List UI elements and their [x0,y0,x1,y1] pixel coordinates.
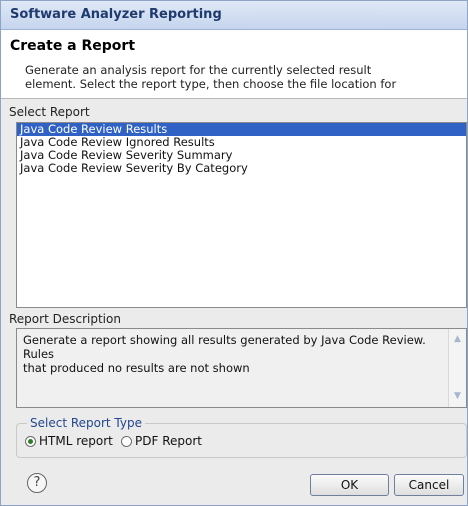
ok-button[interactable]: OK [310,474,389,496]
description-scrollbar[interactable]: ▲ ▼ [448,329,466,407]
scroll-up-icon[interactable]: ▲ [449,331,466,348]
pdf-report-radio[interactable]: PDF Report [121,434,202,448]
question-mark-icon[interactable]: ? [27,473,47,493]
select-report-label: Select Report [9,105,90,119]
report-type-label: Select Report Type [27,416,145,430]
report-description-box: Generate a report showing all results ge… [16,328,467,408]
pdf-report-label: PDF Report [135,434,202,448]
report-description-line-1: Generate a report showing all results ge… [23,333,426,361]
report-type-group: Select Report Type HTML report PDF Repor… [16,416,467,458]
title-bar[interactable]: Software Analyzer Reporting [1,1,467,30]
report-description-label: Report Description [9,312,121,326]
page-title: Create a Report [10,38,136,54]
window-title: Software Analyzer Reporting [10,7,222,22]
page-description-line-2: element. Select the report type, then ch… [25,77,397,91]
radio-selected-icon[interactable] [25,435,36,447]
report-list[interactable]: Java Code Review Results Java Code Revie… [16,122,467,308]
dialog-window: Software Analyzer Reporting Create a Rep… [0,0,468,506]
wizard-header: Create a Report Generate an analysis rep… [1,30,467,99]
report-list-item[interactable]: Java Code Review Severity By Category [17,162,466,175]
page-description-line-1: Generate an analysis report for the curr… [25,63,372,77]
html-report-radio[interactable]: HTML report [25,434,113,448]
html-report-label: HTML report [39,434,113,448]
report-description-text: Generate a report showing all results ge… [23,333,433,375]
radio-unselected-icon[interactable] [121,435,132,447]
cancel-button[interactable]: Cancel [394,474,464,496]
page-description: Generate an analysis report for the curr… [25,63,405,91]
scroll-down-icon[interactable]: ▼ [449,388,466,405]
report-description-line-2: that produced no results are not shown [23,361,250,375]
